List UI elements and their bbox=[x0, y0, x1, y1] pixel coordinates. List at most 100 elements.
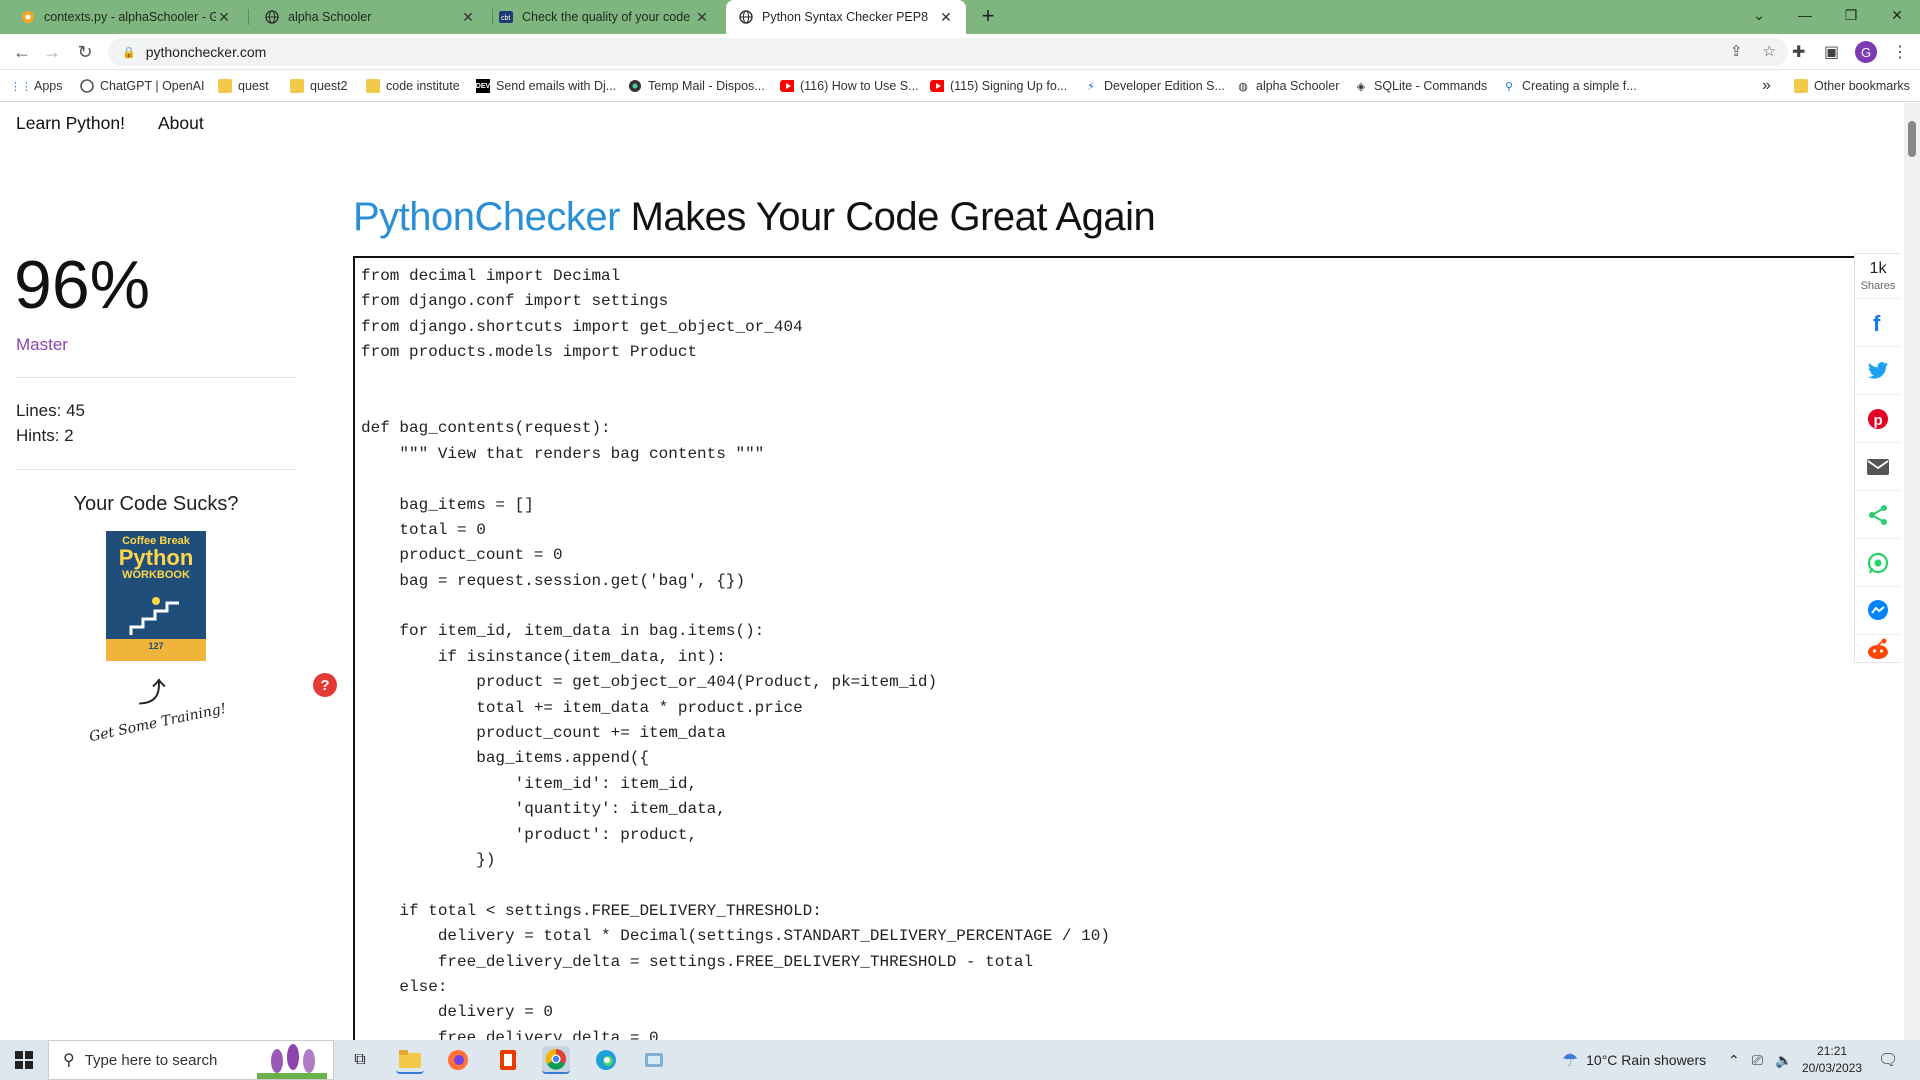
facebook-share-button[interactable]: f bbox=[1855, 298, 1901, 346]
forward-button[interactable]: → bbox=[40, 40, 64, 64]
bookmark-youtube-116[interactable]: (116) How to Use S... bbox=[780, 70, 919, 102]
code-line[interactable] bbox=[361, 873, 1110, 898]
code-line[interactable] bbox=[361, 594, 1110, 619]
new-tab-button[interactable]: + bbox=[976, 5, 1000, 29]
code-line[interactable]: total = 0 bbox=[361, 518, 1110, 543]
pinterest-share-button[interactable]: p bbox=[1855, 394, 1901, 442]
bookmarks-overflow-button[interactable]: » bbox=[1762, 70, 1771, 102]
code-line[interactable]: delivery = 0 bbox=[361, 1000, 1110, 1025]
code-line[interactable]: product_count += item_data bbox=[361, 721, 1110, 746]
bookmark-youtube-115[interactable]: (115) Signing Up fo... bbox=[930, 70, 1067, 102]
help-button[interactable]: ? bbox=[313, 673, 337, 697]
close-icon[interactable]: ✕ bbox=[460, 9, 476, 25]
menu-dots-icon[interactable]: ⋮ bbox=[1892, 42, 1908, 62]
close-icon[interactable]: ✕ bbox=[938, 9, 954, 25]
bookmark-send-emails[interactable]: DEV Send emails with Dj... bbox=[476, 70, 616, 102]
url-text[interactable]: pythonchecker.com bbox=[146, 44, 267, 60]
bookmark-quest[interactable]: quest bbox=[218, 70, 269, 102]
app-button[interactable] bbox=[640, 1046, 668, 1074]
chevron-up-icon[interactable]: ⌃ bbox=[1728, 1052, 1740, 1069]
address-bar[interactable]: 🔒 pythonchecker.com ⇪ ☆ bbox=[108, 38, 1788, 66]
code-line[interactable]: 'quantity': item_data, bbox=[361, 797, 1110, 822]
messenger-share-button[interactable] bbox=[1855, 586, 1901, 634]
bookmark-chatgpt[interactable]: ChatGPT | OpenAI bbox=[80, 70, 204, 102]
back-button[interactable]: ← bbox=[10, 40, 34, 64]
code-line[interactable]: bag_items = [] bbox=[361, 493, 1110, 518]
bookmark-temp-mail[interactable]: Temp Mail - Dispos... bbox=[628, 70, 765, 102]
twitter-share-button[interactable] bbox=[1855, 346, 1901, 394]
edge-button[interactable] bbox=[592, 1046, 620, 1074]
code-line[interactable]: """ View that renders bag contents """ bbox=[361, 442, 1110, 467]
minimize-button[interactable]: — bbox=[1782, 0, 1828, 30]
firefox-button[interactable] bbox=[444, 1046, 472, 1074]
page-scrollbar[interactable] bbox=[1904, 103, 1920, 1040]
clock[interactable]: 21:21 20/03/2023 bbox=[1802, 1043, 1862, 1077]
start-button[interactable] bbox=[0, 1040, 48, 1080]
code-line[interactable] bbox=[361, 467, 1110, 492]
code-line[interactable]: if isinstance(item_data, int): bbox=[361, 645, 1110, 670]
tab-python-checker[interactable]: Python Syntax Checker PEP8 ✕ bbox=[726, 0, 966, 34]
code-line[interactable]: from django.conf import settings bbox=[361, 289, 1110, 314]
code-line[interactable]: from django.shortcuts import get_object_… bbox=[361, 315, 1110, 340]
close-icon[interactable]: ✕ bbox=[694, 9, 710, 25]
office-button[interactable] bbox=[494, 1046, 522, 1074]
reddit-share-button[interactable] bbox=[1855, 634, 1901, 664]
code-line[interactable]: 'item_id': item_id, bbox=[361, 772, 1110, 797]
code-content[interactable]: from decimal import Decimal from django.c… bbox=[361, 264, 1110, 1040]
bookmark-sqlite[interactable]: ◈ SQLite - Commands bbox=[1354, 70, 1487, 102]
close-window-button[interactable]: ✕ bbox=[1874, 0, 1920, 30]
code-line[interactable]: from products.models import Product bbox=[361, 340, 1110, 365]
code-line[interactable]: free_delivery_delta = 0 bbox=[361, 1026, 1110, 1040]
code-line[interactable]: delivery = total * Decimal(settings.STAN… bbox=[361, 924, 1110, 949]
reload-button[interactable]: ↻ bbox=[73, 40, 97, 64]
bookmark-creating-simple[interactable]: ⚲ Creating a simple f... bbox=[1502, 70, 1637, 102]
bookmark-developer-edition[interactable]: ⚡ Developer Edition S... bbox=[1084, 70, 1225, 102]
side-panel-icon[interactable]: ▣ bbox=[1824, 42, 1839, 62]
extensions-icon[interactable]: ✚ bbox=[1792, 42, 1805, 62]
code-line[interactable]: bag = request.session.get('bag', {}) bbox=[361, 569, 1110, 594]
whatsapp-share-button[interactable] bbox=[1855, 538, 1901, 586]
bookmark-other[interactable]: Other bookmarks bbox=[1794, 70, 1910, 102]
chrome-button[interactable] bbox=[542, 1046, 570, 1074]
volume-icon[interactable]: 🔈 bbox=[1775, 1052, 1792, 1069]
taskbar-search-box[interactable]: ⚲ Type here to search bbox=[48, 1040, 334, 1080]
tab-code-quality[interactable]: cbt Check the quality of your code w ✕ bbox=[486, 0, 722, 34]
code-line[interactable]: 'product': product, bbox=[361, 823, 1110, 848]
network-icon[interactable]: ⎚ bbox=[1752, 1052, 1763, 1069]
code-line[interactable]: total += item_data * product.price bbox=[361, 696, 1110, 721]
email-share-button[interactable] bbox=[1855, 442, 1901, 490]
code-line[interactable]: if total < settings.FREE_DELIVERY_THRESH… bbox=[361, 899, 1110, 924]
code-line[interactable]: bag_items.append({ bbox=[361, 746, 1110, 771]
bookmark-apps[interactable]: ⋮⋮ Apps bbox=[10, 70, 63, 102]
bookmark-alpha-schooler[interactable]: ◍ alpha Schooler bbox=[1236, 70, 1339, 102]
scrollbar-thumb[interactable] bbox=[1908, 121, 1916, 157]
code-line[interactable] bbox=[361, 391, 1110, 416]
book-cover-link[interactable]: Coffee Break Python WORKBOOK 127 bbox=[106, 531, 206, 661]
nav-about[interactable]: About bbox=[158, 113, 204, 134]
code-line[interactable]: product = get_object_or_404(Product, pk=… bbox=[361, 670, 1110, 695]
bookmark-star-icon[interactable]: ☆ bbox=[1763, 42, 1776, 60]
generic-share-button[interactable] bbox=[1855, 490, 1901, 538]
nav-learn-python[interactable]: Learn Python! bbox=[16, 113, 125, 134]
code-line[interactable]: else: bbox=[361, 975, 1110, 1000]
code-editor[interactable]: from decimal import Decimal from django.c… bbox=[353, 256, 1889, 1040]
tab-contexts[interactable]: contexts.py - alphaSchooler - Git ✕ bbox=[8, 0, 244, 34]
file-explorer-button[interactable] bbox=[396, 1046, 424, 1074]
notifications-button[interactable]: 🗨 bbox=[1878, 1040, 1898, 1080]
restore-button[interactable]: ❐ bbox=[1828, 0, 1874, 30]
code-line[interactable]: for item_id, item_data in bag.items(): bbox=[361, 619, 1110, 644]
bookmark-code-institute[interactable]: code institute bbox=[366, 70, 460, 102]
close-icon[interactable]: ✕ bbox=[216, 9, 232, 25]
tab-alpha-schooler[interactable]: alpha Schooler ✕ bbox=[252, 0, 488, 34]
code-line[interactable]: }) bbox=[361, 848, 1110, 873]
share-page-icon[interactable]: ⇪ bbox=[1730, 42, 1743, 60]
avatar[interactable]: G bbox=[1855, 41, 1877, 63]
code-line[interactable]: product_count = 0 bbox=[361, 543, 1110, 568]
code-line[interactable] bbox=[361, 366, 1110, 391]
code-line[interactable]: from decimal import Decimal bbox=[361, 264, 1110, 289]
weather-widget[interactable]: ☂ 10°C Rain showers bbox=[1562, 1040, 1706, 1080]
tab-search-button[interactable]: ⌄ bbox=[1736, 0, 1782, 30]
code-line[interactable]: def bag_contents(request): bbox=[361, 416, 1110, 441]
code-line[interactable]: free_delivery_delta = settings.FREE_DELI… bbox=[361, 950, 1110, 975]
bookmark-quest2[interactable]: quest2 bbox=[290, 70, 348, 102]
